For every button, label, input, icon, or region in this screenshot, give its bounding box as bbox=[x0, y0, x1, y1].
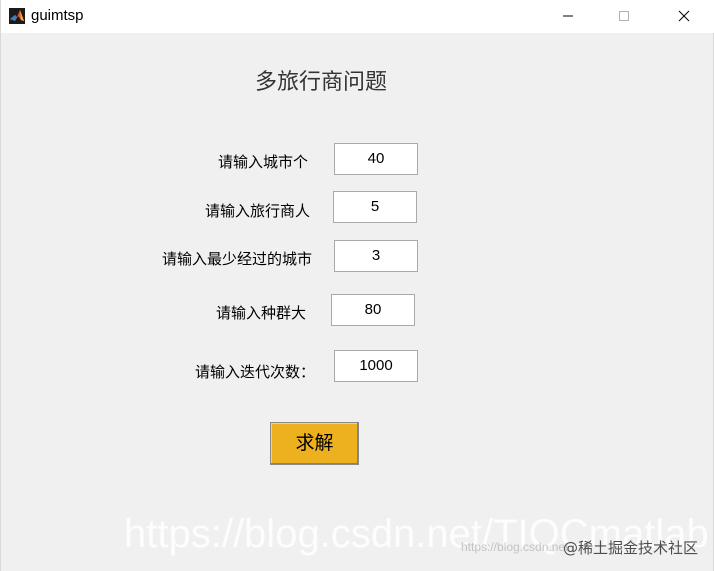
maximize-icon bbox=[618, 7, 630, 26]
matlab-logo-icon bbox=[9, 8, 25, 24]
salesman-count-input[interactable]: 5 bbox=[333, 191, 417, 223]
app-window: guimtsp 多旅行商问题 请输入城市个 40 请输入旅行商人 5 请输入最少… bbox=[0, 0, 714, 571]
solve-button[interactable]: 求解 bbox=[270, 422, 359, 465]
min-cities-input[interactable]: 3 bbox=[334, 240, 418, 272]
iterations-label: 请输入迭代次数： bbox=[194, 363, 315, 381]
population-size-label: 请输入种群大 bbox=[215, 304, 306, 322]
window-title: guimtsp bbox=[31, 7, 84, 24]
close-button[interactable] bbox=[661, 0, 707, 33]
watermark-badge: @稀土掘金技术社区 bbox=[563, 539, 699, 557]
minimize-icon bbox=[562, 7, 574, 26]
city-count-label: 请输入城市个 bbox=[217, 153, 308, 171]
minimize-button[interactable] bbox=[545, 0, 591, 33]
close-icon bbox=[678, 7, 690, 26]
watermark-small-text: https://blog.csdn.net bbox=[461, 540, 569, 554]
page-heading: 多旅行商问题 bbox=[254, 70, 387, 95]
title-bar[interactable]: guimtsp bbox=[1, 0, 714, 33]
city-count-input[interactable]: 40 bbox=[334, 143, 418, 175]
min-cities-label: 请输入最少经过的城市 bbox=[161, 250, 312, 268]
salesman-count-label: 请输入旅行商人 bbox=[204, 202, 310, 220]
maximize-button[interactable] bbox=[601, 0, 647, 33]
iterations-input[interactable]: 1000 bbox=[334, 350, 418, 382]
population-size-input[interactable]: 80 bbox=[331, 294, 415, 326]
